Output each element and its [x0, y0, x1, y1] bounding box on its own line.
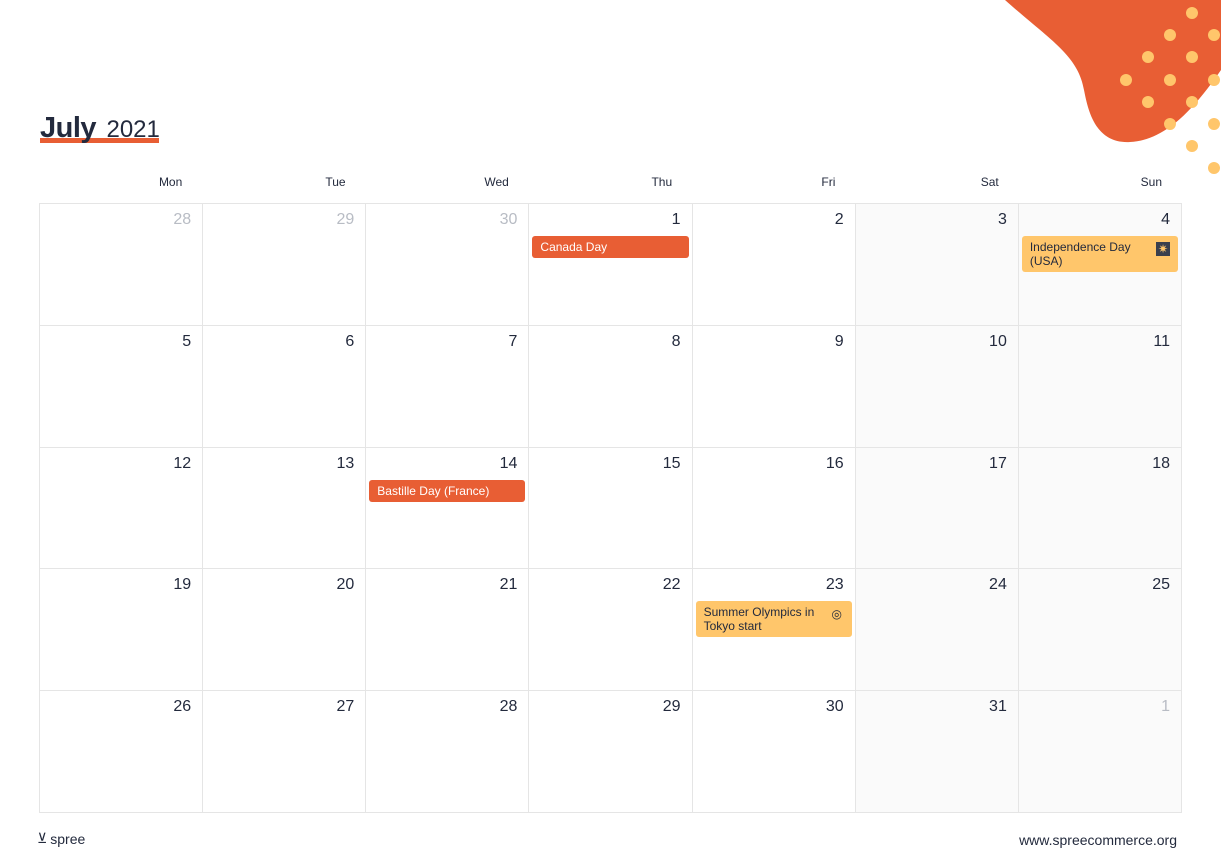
weekday-header: Mon Tue Wed Thu Fri Sat Sun: [39, 175, 1182, 189]
day-number: 11: [1153, 332, 1170, 350]
weekday-sun: Sun: [1140, 175, 1162, 189]
day-cell[interactable]: 8: [529, 325, 693, 448]
day-number: 25: [1152, 576, 1170, 594]
day-cell[interactable]: 12: [40, 447, 204, 570]
day-number: 15: [662, 454, 681, 472]
day-number: 20: [336, 576, 355, 594]
day-cell[interactable]: 9: [692, 325, 856, 448]
weekday-wed: Wed: [484, 175, 509, 189]
day-number: 31: [989, 698, 1007, 716]
day-number: 8: [671, 332, 681, 350]
day-cell[interactable]: 28: [366, 691, 530, 813]
day-number: 28: [499, 698, 518, 716]
day-number: 30: [499, 211, 518, 228]
calendar-event[interactable]: Summer Olympics in Tokyo start ◎: [695, 601, 852, 638]
day-cell[interactable]: 16: [692, 447, 856, 570]
day-number: 21: [499, 576, 518, 594]
day-number: 27: [336, 698, 355, 716]
day-number: 30: [825, 698, 844, 716]
medal-icon: ◎: [831, 607, 842, 622]
day-number: 13: [336, 454, 355, 472]
day-cell[interactable]: 30: [366, 204, 530, 326]
day-number: 23: [825, 576, 844, 594]
day-cell[interactable]: 21: [366, 569, 530, 692]
day-cell[interactable]: 3: [855, 204, 1019, 326]
calendar-event[interactable]: Bastille Day (France): [369, 479, 526, 502]
day-number: 10: [989, 332, 1007, 350]
decorative-blob: [1005, 0, 1221, 174]
spree-logo-icon: ⊻: [37, 830, 48, 846]
day-number: 14: [499, 454, 518, 472]
day-cell[interactable]: 1: [1018, 691, 1182, 813]
brand-name: spree: [50, 830, 86, 847]
day-cell[interactable]: 22: [529, 569, 693, 692]
day-cell[interactable]: 2: [692, 204, 856, 326]
day-number: 3: [997, 211, 1007, 228]
day-number: 1: [1161, 698, 1170, 716]
day-cell[interactable]: 24: [855, 569, 1019, 692]
day-cell[interactable]: 23 Summer Olympics in Tokyo start ◎: [692, 569, 856, 692]
weekday-sat: Sat: [980, 175, 999, 189]
day-cell[interactable]: 18: [1018, 447, 1182, 570]
day-number: 9: [834, 332, 844, 350]
page-title: July 2021: [40, 112, 160, 152]
calendar-grid: 28 29 30 1 Canada Day 2 3 4 Independence Day (US…: [39, 203, 1182, 813]
day-cell[interactable]: 26: [40, 691, 204, 813]
day-number: 4: [1161, 211, 1170, 228]
day-cell[interactable]: 4 Independence Day (USA) ✷: [1018, 204, 1182, 326]
website-link[interactable]: www.spreecommerce.org: [1019, 832, 1177, 848]
day-cell[interactable]: 30: [692, 691, 856, 813]
day-number: 29: [336, 211, 355, 228]
day-cell[interactable]: 29: [529, 691, 693, 813]
day-cell[interactable]: 28: [40, 204, 204, 326]
day-number: 12: [173, 454, 192, 472]
event-label: Canada Day: [540, 240, 608, 254]
day-cell[interactable]: 14 Bastille Day (France): [366, 447, 530, 570]
day-cell[interactable]: 29: [203, 204, 367, 326]
day-cell[interactable]: 20: [203, 569, 367, 692]
day-cell[interactable]: 6: [203, 325, 367, 448]
day-number: 2: [834, 211, 844, 228]
day-cell[interactable]: 13: [203, 447, 367, 570]
day-cell[interactable]: 1 Canada Day: [529, 204, 693, 326]
day-number: 16: [825, 454, 844, 472]
event-label: Summer Olympics in Tokyo start: [703, 605, 815, 634]
month-label: July: [40, 112, 97, 144]
day-cell[interactable]: 19: [40, 569, 204, 692]
day-number: 26: [173, 698, 192, 716]
fireworks-icon: ✷: [1155, 242, 1170, 256]
year-label: 2021: [106, 116, 160, 143]
day-cell[interactable]: 11: [1018, 325, 1182, 448]
weekday-tue: Tue: [325, 175, 346, 189]
weekday-fri: Fri: [821, 175, 836, 189]
day-number: 1: [671, 211, 681, 228]
day-number: 29: [662, 698, 681, 716]
day-cell[interactable]: 27: [203, 691, 367, 813]
day-number: 19: [173, 576, 192, 594]
day-cell[interactable]: 17: [855, 447, 1019, 570]
spree-logo: ⊻ spree: [37, 830, 85, 847]
day-number: 22: [662, 576, 681, 594]
day-number: 17: [989, 454, 1007, 472]
day-number: 28: [173, 211, 192, 228]
day-cell[interactable]: 15: [529, 447, 693, 570]
day-cell[interactable]: 5: [40, 325, 204, 448]
day-number: 6: [345, 332, 355, 350]
day-number: 18: [1152, 454, 1170, 472]
day-cell[interactable]: 10: [855, 325, 1019, 448]
day-cell[interactable]: 31: [855, 691, 1019, 813]
weekday-mon: Mon: [158, 175, 183, 189]
day-number: 24: [989, 576, 1007, 594]
day-number: 5: [182, 332, 192, 350]
weekday-thu: Thu: [651, 175, 673, 189]
calendar-event[interactable]: Independence Day (USA) ✷: [1021, 236, 1178, 272]
day-number: 7: [508, 332, 518, 350]
event-label: Bastille Day (France): [377, 483, 490, 498]
day-cell[interactable]: 25: [1018, 569, 1182, 692]
calendar-event[interactable]: Canada Day: [532, 236, 689, 258]
day-cell[interactable]: 7: [366, 325, 530, 448]
event-label: Independence Day (USA): [1029, 240, 1131, 268]
